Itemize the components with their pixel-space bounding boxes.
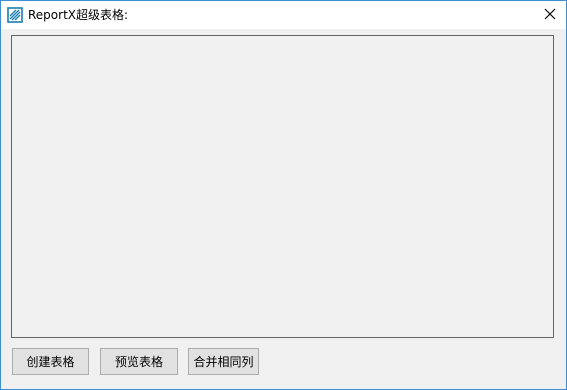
app-window: ReportX超级表格: 创建表格 预览表格 合并相同列 [0, 0, 567, 390]
report-app-icon [7, 7, 23, 23]
merge-columns-button[interactable]: 合并相同列 [188, 348, 259, 375]
window-title: ReportX超级表格: [28, 8, 129, 22]
preview-table-button[interactable]: 预览表格 [100, 348, 178, 375]
close-icon [544, 8, 556, 23]
close-button[interactable] [534, 1, 566, 29]
report-grid-panel[interactable] [11, 35, 554, 338]
title-bar[interactable]: ReportX超级表格: [1, 1, 566, 29]
create-table-button[interactable]: 创建表格 [12, 348, 89, 375]
